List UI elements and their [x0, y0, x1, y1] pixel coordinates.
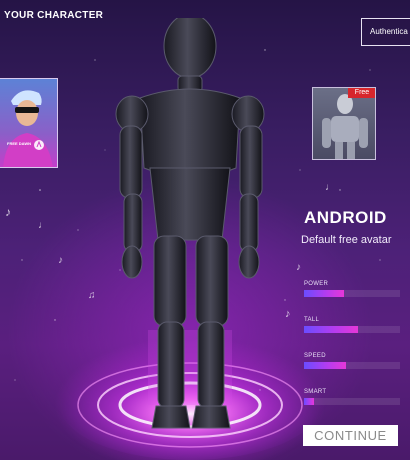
music-note-icon: ♪	[285, 308, 291, 320]
character-description: Default free avatar	[301, 234, 392, 246]
android-thumbnail	[322, 94, 368, 159]
stat-bar-tall	[304, 326, 400, 333]
music-note-icon: ♪	[5, 205, 11, 219]
avatar-caption: FREE DAWN	[7, 141, 31, 146]
music-note-icon: ♩	[325, 182, 335, 193]
music-note-icon: ♩	[38, 220, 48, 231]
music-note-icon: ♪	[296, 262, 301, 273]
stat-label-speed: SPEED	[304, 353, 326, 359]
stat-bar-power	[304, 290, 400, 297]
stat-bar-speed	[304, 362, 400, 369]
music-note-icon: ♪	[58, 255, 63, 266]
page-title: YOUR CHARACTER	[4, 10, 104, 21]
stat-fill-power	[304, 290, 345, 297]
android-robot-character	[115, 18, 265, 429]
avatar-portrait	[0, 79, 57, 167]
music-note-icon: ♫	[88, 290, 96, 301]
stat-fill-smart	[304, 398, 314, 405]
avatar-card-left[interactable]: FREE DAWN	[0, 78, 58, 168]
stat-fill-tall	[304, 326, 358, 333]
authenticate-button[interactable]: Authentica	[361, 18, 410, 46]
stat-bar-smart	[304, 398, 400, 405]
stat-label-smart: SMART	[304, 389, 327, 395]
continue-button[interactable]: CONTINUE	[303, 425, 398, 446]
stat-label-tall: TALL	[304, 317, 320, 323]
stat-label-power: POWER	[304, 281, 329, 287]
stat-fill-speed	[304, 362, 347, 369]
free-badge: Free	[348, 88, 375, 98]
character-name: ANDROID	[304, 208, 387, 227]
avatar-card-android[interactable]: Free	[312, 87, 376, 160]
